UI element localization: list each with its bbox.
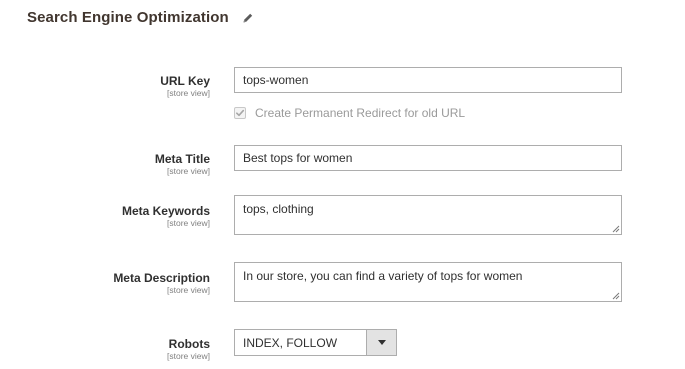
robots-select-value: INDEX, FOLLOW <box>243 335 338 350</box>
section-header: Search Engine Optimization <box>27 6 254 28</box>
meta-description-label-text: Meta Description <box>113 271 210 285</box>
meta-keywords-textarea[interactable]: tops, clothing <box>234 195 622 235</box>
section-title: Search Engine Optimization <box>27 8 229 26</box>
meta-title-scope: [store view] <box>167 166 210 176</box>
url-key-label: URL Key [store view] <box>10 74 210 98</box>
robots-select-toggle[interactable] <box>366 330 396 355</box>
url-key-value: tops-women <box>243 73 309 87</box>
meta-description-value: In our store, you can find a variety of … <box>243 269 523 283</box>
meta-title-input[interactable]: Best tops for women <box>234 145 622 171</box>
robots-select[interactable]: INDEX, FOLLOW <box>234 329 397 356</box>
url-key-input[interactable]: tops-women <box>234 67 622 93</box>
robots-label: Robots [store view] <box>10 337 210 361</box>
meta-keywords-label: Meta Keywords [store view] <box>10 204 210 228</box>
robots-label-text: Robots <box>168 337 210 351</box>
robots-scope: [store view] <box>167 351 210 361</box>
meta-description-textarea[interactable]: In our store, you can find a variety of … <box>234 262 622 302</box>
url-key-label-text: URL Key <box>160 74 210 88</box>
meta-keywords-label-text: Meta Keywords <box>121 204 210 218</box>
meta-title-label: Meta Title [store view] <box>10 152 210 176</box>
meta-description-scope: [store view] <box>167 285 210 295</box>
checkmark-icon <box>236 109 245 117</box>
meta-title-value: Best tops for women <box>243 151 353 165</box>
url-key-scope: [store view] <box>167 88 210 98</box>
chevron-down-icon <box>377 340 386 345</box>
redirect-checkbox-label: Create Permanent Redirect for old URL <box>255 106 466 120</box>
resize-handle-icon[interactable] <box>612 292 620 300</box>
meta-title-label-text: Meta Title <box>154 152 210 166</box>
meta-keywords-value: tops, clothing <box>243 202 314 216</box>
meta-keywords-scope: [store view] <box>167 218 210 228</box>
meta-description-label: Meta Description [store view] <box>10 271 210 295</box>
redirect-checkbox-row: Create Permanent Redirect for old URL <box>234 105 465 121</box>
redirect-checkbox[interactable] <box>234 107 246 119</box>
resize-handle-icon[interactable] <box>612 225 620 233</box>
pencil-icon[interactable] <box>242 11 254 23</box>
